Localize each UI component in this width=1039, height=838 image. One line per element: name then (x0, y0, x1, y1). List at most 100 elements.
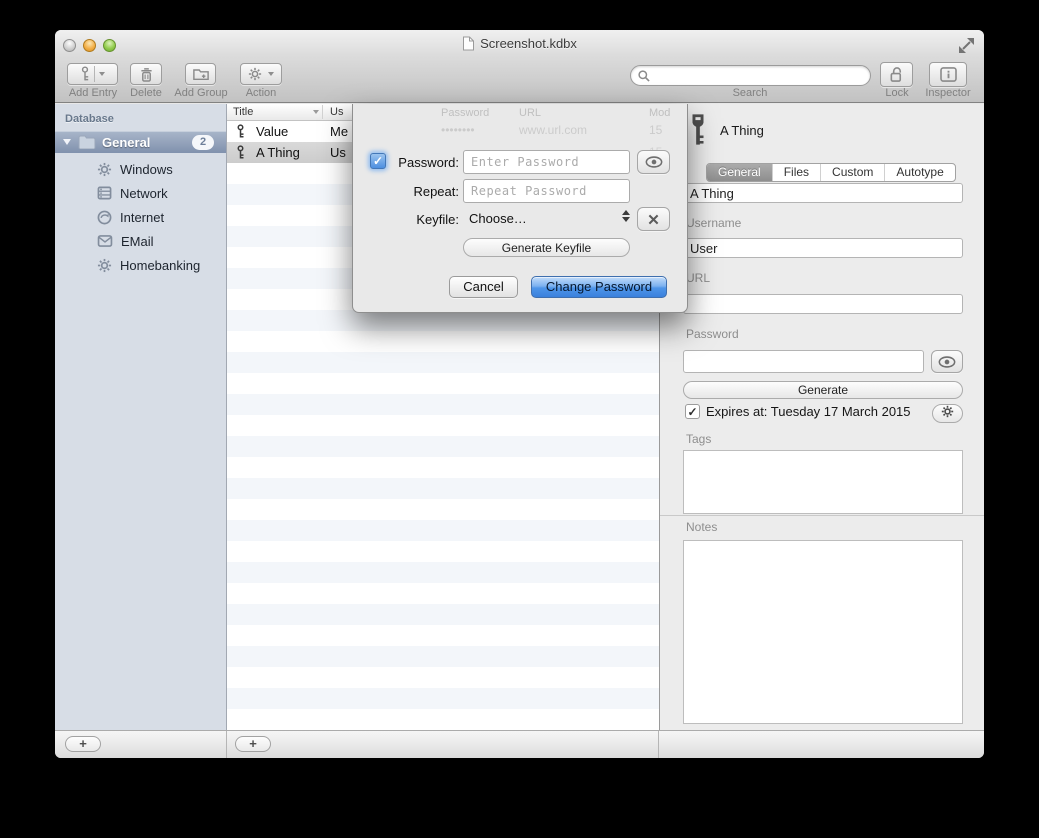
key-icon (236, 145, 245, 163)
fullscreen-icon[interactable] (959, 38, 974, 53)
inspector-tabs: General Files Custom Autotype (706, 163, 956, 182)
sidebar-section-header: Database (65, 113, 114, 125)
keyfile-popup[interactable]: Choose… (469, 211, 527, 226)
show-password-button[interactable] (637, 150, 670, 174)
tab-general[interactable]: General (707, 164, 772, 181)
section-divider (660, 515, 984, 516)
search-input[interactable] (655, 67, 865, 84)
search-label: Search (720, 87, 780, 99)
username-label: Username (686, 216, 741, 230)
divider (94, 66, 95, 82)
add-group-button[interactable] (185, 63, 216, 85)
enter-password-input[interactable] (463, 150, 630, 174)
folder-plus-icon (193, 67, 209, 81)
eye-icon (645, 156, 663, 168)
ghost-mod-column: Mod (649, 107, 670, 119)
ghost-url-column: URL (519, 107, 541, 119)
expires-label: Expires at: Tuesday 17 March 2015 (706, 404, 911, 419)
gear-icon (97, 162, 112, 177)
title-field[interactable] (683, 183, 963, 203)
eye-icon (938, 356, 956, 368)
window-title: Screenshot.kdbx (55, 36, 984, 51)
url-field[interactable] (683, 294, 963, 314)
ghost-url-cell: www.url.com (519, 123, 587, 137)
close-icon (648, 214, 659, 225)
gear-icon (941, 405, 954, 418)
group-count-badge: 2 (192, 135, 214, 150)
generate-keyfile-button[interactable]: Generate Keyfile (463, 238, 630, 257)
clear-keyfile-button[interactable] (637, 207, 670, 231)
sidebar-item-windows[interactable]: Windows (55, 157, 226, 181)
tags-field[interactable] (683, 450, 963, 514)
expires-row: ✓ Expires at: Tuesday 17 March 2015 (685, 404, 911, 419)
sidebar-item-homebanking[interactable]: Homebanking (55, 253, 226, 277)
add-entry-footer-button[interactable]: + (235, 736, 271, 752)
ghost-password-cell: •••••••• (441, 123, 475, 137)
change-password-button[interactable]: Change Password (531, 276, 667, 298)
tab-custom[interactable]: Custom (820, 164, 884, 181)
sidebar-item-network[interactable]: Network (55, 181, 226, 205)
password-field[interactable] (683, 350, 924, 373)
ghost-password-column: Password (441, 107, 489, 119)
popup-stepper-icon[interactable] (622, 210, 630, 222)
column-header-title[interactable]: Title (233, 106, 253, 118)
sidebar-item-internet[interactable]: Internet (55, 205, 226, 229)
lock-button[interactable] (880, 62, 913, 87)
tab-autotype[interactable]: Autotype (884, 164, 954, 181)
ghost-mod-cell: 15 (649, 123, 662, 137)
sidebar-item-label: Internet (120, 210, 164, 225)
sidebar: Database General 2 Windows Network Inter… (55, 104, 227, 730)
sidebar-item-label: Homebanking (120, 258, 200, 273)
expires-checkbox[interactable]: ✓ (685, 404, 700, 419)
inspector-entry-title: A Thing (720, 123, 764, 138)
envelope-icon (97, 235, 113, 247)
generate-password-button[interactable]: Generate (683, 381, 963, 399)
inspector-label: Inspector (918, 87, 978, 99)
info-icon (940, 67, 957, 82)
add-entry-button[interactable] (67, 63, 118, 85)
entry-list-footer: + (227, 731, 659, 758)
inspector-footer (659, 731, 984, 758)
folder-icon (78, 135, 96, 149)
add-group-label: Add Group (173, 87, 229, 99)
action-button[interactable] (240, 63, 282, 85)
change-password-sheet: Password URL Mod •••••••• www.url.com 15… (352, 104, 688, 313)
sidebar-item-email[interactable]: EMail (55, 229, 226, 253)
globe-icon (97, 210, 112, 225)
delete-button[interactable] (130, 63, 162, 85)
username-field[interactable] (683, 238, 963, 258)
app-window: Screenshot.kdbx Add Entry Delete Add Gro… (55, 30, 984, 758)
chevron-down-icon (99, 72, 105, 76)
tags-label: Tags (686, 432, 711, 446)
repeat-password-input[interactable] (463, 179, 630, 203)
notes-field[interactable] (683, 540, 963, 724)
entry-title-cell: Value (256, 124, 288, 139)
cancel-button[interactable]: Cancel (449, 276, 518, 298)
delete-label: Delete (127, 87, 165, 99)
lock-open-icon (889, 66, 904, 83)
sidebar-footer: + (55, 731, 227, 758)
column-header-username[interactable]: Us (330, 106, 343, 118)
search-icon (638, 70, 650, 82)
search-field[interactable] (630, 65, 871, 86)
add-group-footer-button[interactable]: + (65, 736, 101, 752)
sidebar-group-general[interactable]: General 2 (55, 131, 226, 153)
keyfile-label: Keyfile: (353, 212, 459, 227)
url-label: URL (686, 271, 710, 285)
add-entry-label: Add Entry (65, 87, 121, 99)
show-password-button[interactable] (931, 350, 963, 373)
expires-preset-button[interactable] (932, 404, 963, 423)
footer-bar: + + (55, 730, 984, 758)
key-icon (236, 124, 245, 142)
sidebar-item-label: Network (120, 186, 168, 201)
disclosure-triangle-icon[interactable] (63, 139, 71, 145)
action-label: Action (241, 87, 281, 99)
gear-icon (97, 258, 112, 273)
column-divider[interactable] (322, 105, 323, 119)
sidebar-item-label: Windows (120, 162, 173, 177)
entry-title-cell: A Thing (256, 145, 300, 160)
tab-files[interactable]: Files (772, 164, 820, 181)
password-label: Password: (353, 155, 459, 170)
document-icon (462, 36, 475, 51)
inspector-button[interactable] (929, 62, 967, 87)
